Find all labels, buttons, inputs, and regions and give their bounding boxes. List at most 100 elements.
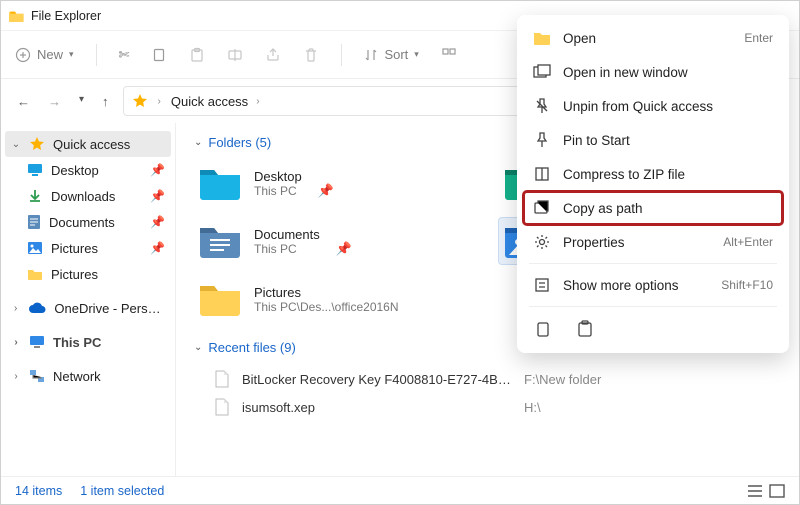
properties-icon: [533, 233, 551, 251]
sidebar-item-quick-access[interactable]: ⌄ Quick access: [5, 131, 171, 157]
more-icon: [533, 276, 551, 294]
sort-icon: [364, 48, 378, 62]
folder-item-desktop[interactable]: Desktop This PC 📌: [194, 160, 481, 206]
ctx-unpin[interactable]: Unpin from Quick access: [523, 89, 783, 123]
view-switcher: [747, 484, 785, 498]
file-icon: [214, 398, 230, 416]
chevron-right-icon: ›: [11, 371, 21, 382]
folder-sub: This PC: [254, 242, 320, 256]
folder-name: Desktop: [254, 169, 302, 184]
ctx-open-new-window[interactable]: Open in new window: [523, 55, 783, 89]
rename-icon: [227, 47, 243, 63]
copy-icon: [151, 47, 167, 63]
ctx-label: Compress to ZIP file: [563, 167, 685, 182]
back-button[interactable]: ←: [17, 94, 30, 109]
large-icons-view-button[interactable]: [769, 484, 785, 498]
nav-arrows: ← → ▾ ↑: [17, 94, 109, 109]
sidebar-item-desktop[interactable]: Desktop 📌: [7, 157, 171, 183]
folder-item-documents[interactable]: Documents This PC 📌: [194, 218, 481, 264]
paste-button[interactable]: [189, 47, 205, 63]
plus-icon: [15, 47, 31, 63]
ctx-label: Unpin from Quick access: [563, 99, 713, 114]
ctx-compress[interactable]: Compress to ZIP file: [523, 157, 783, 191]
pin-icon: 📌: [150, 189, 165, 203]
toolbar-separator: [96, 44, 97, 66]
star-icon: [132, 93, 148, 109]
up-button[interactable]: ↑: [102, 94, 109, 109]
sort-button[interactable]: Sort ▾: [364, 47, 418, 62]
copy-icon-button[interactable]: [533, 319, 553, 339]
sidebar-item-network[interactable]: › Network: [5, 363, 171, 389]
sidebar-label: Pictures: [51, 241, 98, 256]
new-window-icon: [533, 63, 551, 81]
sidebar-item-thispc[interactable]: › This PC: [5, 329, 171, 355]
ctx-separator: [529, 263, 777, 264]
chevron-down-icon: ⌄: [194, 342, 202, 353]
details-view-button[interactable]: [747, 484, 763, 498]
ctx-show-more[interactable]: Show more options Shift+F10: [523, 268, 783, 302]
pictures-icon: [27, 241, 43, 255]
folder-item-pictures-2[interactable]: Pictures This PC\Des...\office2016N: [194, 276, 481, 322]
sort-label: Sort: [384, 47, 408, 62]
star-icon: [29, 136, 45, 152]
file-name: isumsoft.xep: [242, 400, 512, 415]
rename-button[interactable]: [227, 47, 243, 63]
share-button[interactable]: [265, 47, 281, 63]
ctx-open[interactable]: Open Enter: [523, 21, 783, 55]
section-title: Folders (5): [208, 135, 271, 150]
documents-icon: [27, 214, 41, 230]
chevron-down-icon: ⌄: [11, 139, 21, 150]
onedrive-icon: [28, 302, 46, 314]
network-icon: [29, 369, 45, 383]
pin-icon: 📌: [336, 241, 352, 257]
pin-icon: 📌: [150, 215, 165, 229]
ctx-copy-as-path[interactable]: Copy as path: [523, 191, 783, 225]
downloads-icon: [27, 188, 43, 204]
copy-button[interactable]: [151, 47, 167, 63]
sidebar-label: Downloads: [51, 189, 115, 204]
folder-icon: [27, 267, 43, 281]
file-explorer-icon: [9, 9, 25, 23]
paste-icon-button[interactable]: [575, 319, 595, 339]
new-button[interactable]: New ▾: [15, 47, 74, 63]
delete-button[interactable]: [303, 47, 319, 63]
ctx-icon-row: [523, 311, 783, 347]
file-location: F:\New folder: [524, 372, 601, 387]
sidebar-item-pictures-2[interactable]: Pictures: [7, 261, 171, 287]
pin-icon: [533, 131, 551, 149]
selection-count: 1 item selected: [80, 484, 164, 498]
ctx-label: Open: [563, 31, 596, 46]
view-button[interactable]: [441, 47, 457, 63]
folder-name: Documents: [254, 227, 320, 242]
sidebar-item-documents[interactable]: Documents 📌: [7, 209, 171, 235]
sidebar-item-onedrive[interactable]: › OneDrive - Personal: [5, 295, 171, 321]
breadcrumb[interactable]: Quick access›: [171, 94, 260, 109]
paste-icon: [189, 47, 205, 63]
documents-folder-icon: [198, 222, 242, 260]
sidebar-item-pictures[interactable]: Pictures 📌: [7, 235, 171, 261]
cut-button[interactable]: ✄: [119, 47, 130, 63]
forward-button[interactable]: →: [48, 94, 61, 109]
ctx-properties[interactable]: Properties Alt+Enter: [523, 225, 783, 259]
chevron-right-icon: ›: [11, 337, 21, 348]
sidebar-label: OneDrive - Personal: [54, 301, 165, 316]
ctx-label: Copy as path: [563, 201, 643, 216]
sidebar-label: This PC: [53, 335, 101, 350]
sidebar: ⌄ Quick access Desktop 📌 Downloads 📌 Doc…: [1, 123, 176, 478]
ctx-label: Properties: [563, 235, 625, 250]
open-icon: [533, 29, 551, 47]
folder-name: Pictures: [254, 285, 399, 300]
copy-path-icon: [533, 199, 551, 217]
ctx-pin-start[interactable]: Pin to Start: [523, 123, 783, 157]
ctx-label: Open in new window: [563, 65, 688, 80]
recent-item[interactable]: BitLocker Recovery Key F4008810-E727-4B1…: [194, 365, 785, 393]
sidebar-item-downloads[interactable]: Downloads 📌: [7, 183, 171, 209]
sidebar-label: Network: [53, 369, 101, 384]
statusbar: 14 items 1 item selected: [1, 476, 799, 504]
zip-icon: [533, 165, 551, 183]
sidebar-label: Quick access: [53, 137, 130, 152]
file-location: H:\: [524, 400, 541, 415]
sidebar-label: Pictures: [51, 267, 98, 282]
recent-locations-button[interactable]: ▾: [79, 94, 84, 109]
recent-item[interactable]: isumsoft.xep H:\: [194, 393, 785, 421]
